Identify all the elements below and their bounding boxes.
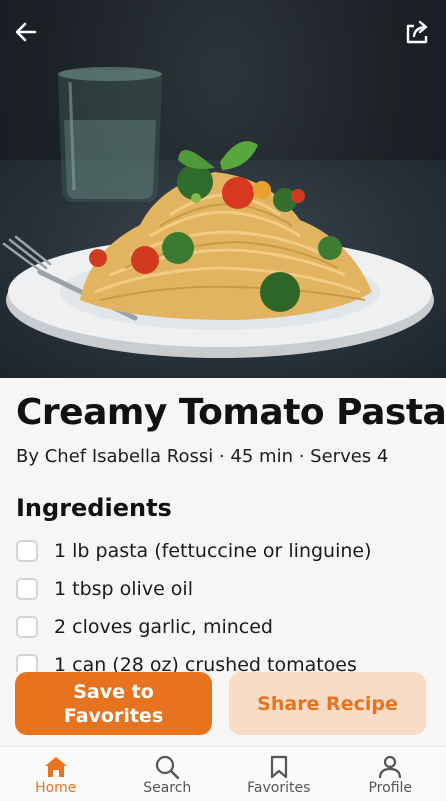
tab-profile[interactable]: Profile <box>335 747 446 801</box>
ingredients-list: 1 lb pasta (fettuccine or linguine) 1 tb… <box>0 532 446 672</box>
recipe-hero-image <box>0 0 446 378</box>
recipe-meta: By Chef Isabella Rossi · 45 min · Serves… <box>16 446 388 467</box>
user-icon <box>377 755 403 779</box>
tab-label: Home <box>35 780 76 796</box>
recipe-title: Creamy Tomato Pasta <box>16 392 446 433</box>
bottom-tab-bar: Home Search Favorites Profile <box>0 746 446 801</box>
ingredient-item[interactable]: 1 lb pasta (fettuccine or linguine) <box>0 532 446 570</box>
save-to-favorites-button[interactable]: Save to Favorites <box>15 672 212 735</box>
ingredient-label: 1 tbsp olive oil <box>54 578 193 600</box>
ingredient-label: 1 lb pasta (fettuccine or linguine) <box>54 540 372 562</box>
ingredients-heading: Ingredients <box>16 494 172 522</box>
home-icon <box>43 755 69 779</box>
tab-label: Search <box>143 780 191 796</box>
ingredient-item[interactable]: 1 can (28 oz) crushed tomatoes <box>0 646 446 672</box>
ingredient-item[interactable]: 1 tbsp olive oil <box>0 570 446 608</box>
share-out-icon <box>404 19 432 45</box>
share-recipe-button[interactable]: Share Recipe <box>229 672 426 735</box>
ingredient-checkbox[interactable] <box>16 616 38 638</box>
ingredient-checkbox[interactable] <box>16 578 38 600</box>
save-button-line1: Save to <box>73 681 154 703</box>
tab-home[interactable]: Home <box>0 747 112 801</box>
ingredient-checkbox[interactable] <box>16 540 38 562</box>
ingredient-label: 1 can (28 oz) crushed tomatoes <box>54 654 357 672</box>
save-button-line2: Favorites <box>64 705 163 727</box>
ingredient-checkbox[interactable] <box>16 654 38 672</box>
back-button[interactable] <box>10 16 42 48</box>
tab-favorites[interactable]: Favorites <box>223 747 335 801</box>
water-glass <box>58 67 162 202</box>
arrow-left-icon <box>13 19 39 45</box>
ingredient-item[interactable]: 2 cloves garlic, minced <box>0 608 446 646</box>
basil <box>178 141 258 170</box>
pasta-plate-illustration <box>0 0 446 378</box>
search-icon <box>154 755 180 779</box>
share-button[interactable] <box>402 16 434 48</box>
tab-search[interactable]: Search <box>112 747 224 801</box>
tab-label: Profile <box>368 780 412 796</box>
ingredient-label: 2 cloves garlic, minced <box>54 616 273 638</box>
tab-label: Favorites <box>247 780 310 796</box>
bookmark-icon <box>266 755 292 779</box>
action-bar: Save to Favorites Share Recipe <box>0 672 446 744</box>
